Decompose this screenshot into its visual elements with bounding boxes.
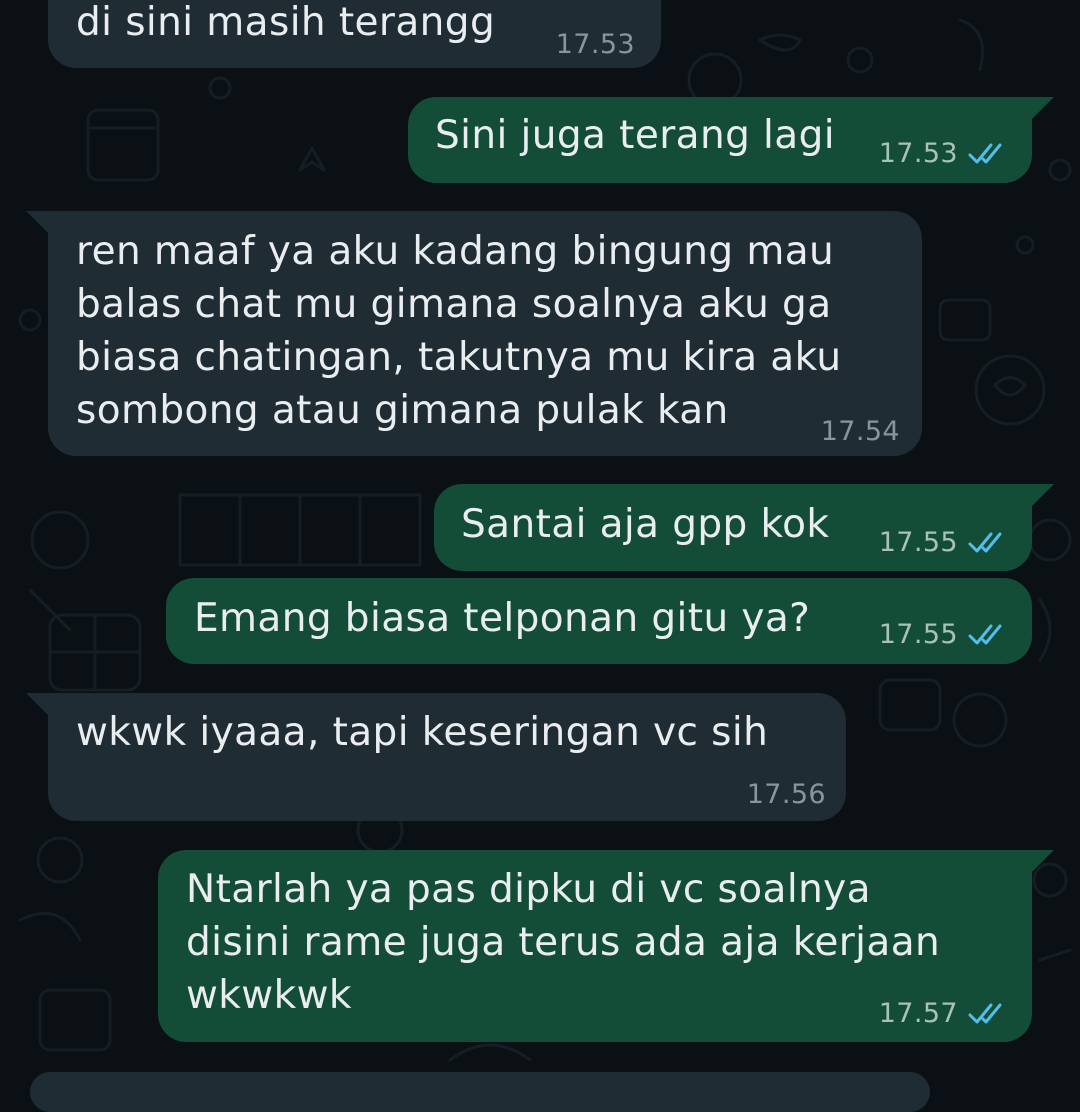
message-meta: 17.55 — [879, 528, 1008, 558]
message-time: 17.54 — [820, 416, 900, 447]
outgoing-message-bubble[interactable]: Santai aja gpp kok 17.55 — [434, 484, 1032, 571]
incoming-message-bubble[interactable]: di sini masih terangg 17.53 — [48, 0, 661, 68]
outgoing-message-bubble[interactable]: Sini juga terang lagi 17.53 — [408, 97, 1032, 183]
outgoing-message-bubble[interactable]: Ntarlah ya pas dipku di vc soalnya disin… — [158, 850, 1032, 1042]
message-meta: 17.53 — [879, 139, 1008, 169]
message-meta: 17.53 — [556, 30, 635, 60]
read-double-check-icon — [968, 623, 1008, 647]
message-meta: 17.55 — [879, 620, 1008, 650]
message-text: Emang biasa telponan gitu ya? — [194, 596, 811, 641]
incoming-message-bubble-partial[interactable] — [30, 1072, 930, 1112]
message-text: ren maaf ya aku kadang bingung mau balas… — [76, 229, 842, 433]
message-time: 17.55 — [878, 527, 958, 558]
message-meta: 17.56 — [747, 780, 826, 810]
incoming-bubble-tail — [26, 211, 48, 233]
message-text: Sini juga terang lagi — [435, 113, 835, 158]
message-time: 17.55 — [878, 619, 958, 650]
message-time: 17.57 — [878, 998, 958, 1029]
message-meta: 17.54 — [821, 417, 900, 447]
read-double-check-icon — [968, 142, 1008, 166]
message-meta: 17.57 — [879, 999, 1008, 1029]
message-text: Ntarlah ya pas dipku di vc soalnya disin… — [186, 867, 941, 1018]
incoming-message-bubble[interactable]: ren maaf ya aku kadang bingung mau balas… — [48, 211, 922, 456]
message-time: 17.56 — [746, 779, 826, 810]
incoming-message-bubble[interactable]: wkwk iyaaa, tapi keseringan vc sih 17.56 — [48, 693, 846, 821]
message-text: wkwk iyaaa, tapi keseringan vc sih — [76, 710, 769, 755]
message-time: 17.53 — [555, 29, 635, 60]
message-text: Santai aja gpp kok — [461, 502, 830, 547]
read-double-check-icon — [968, 1002, 1008, 1026]
outgoing-bubble-tail — [1032, 484, 1054, 506]
message-list[interactable]: di sini masih terangg 17.53 Sini juga te… — [0, 0, 1080, 1112]
outgoing-bubble-tail — [1032, 97, 1054, 119]
message-text: di sini masih terangg — [76, 0, 496, 45]
incoming-bubble-tail — [26, 693, 48, 715]
read-double-check-icon — [968, 531, 1008, 555]
message-time: 17.53 — [878, 138, 958, 169]
outgoing-message-bubble[interactable]: Emang biasa telponan gitu ya? 17.55 — [166, 578, 1032, 664]
outgoing-bubble-tail — [1032, 850, 1054, 872]
